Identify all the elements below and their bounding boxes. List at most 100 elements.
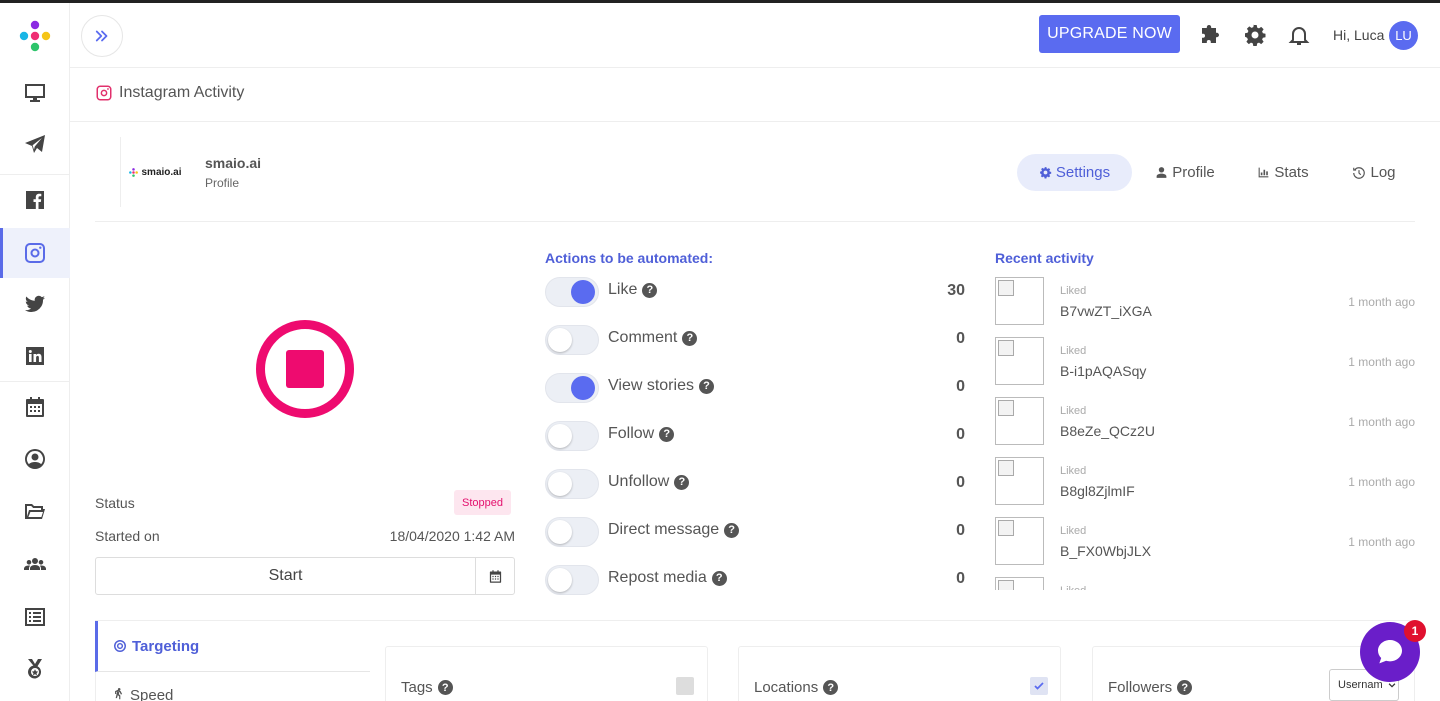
- sidebar-item-reports[interactable]: [0, 592, 70, 642]
- help-icon[interactable]: ?: [823, 680, 839, 695]
- help-icon[interactable]: ?: [659, 426, 675, 442]
- stop-button[interactable]: [256, 320, 354, 418]
- sidebar-item-instagram[interactable]: [0, 228, 70, 278]
- follow-toggle[interactable]: [545, 421, 599, 451]
- sidebar-item-dashboard[interactable]: [0, 68, 70, 118]
- activity-kind: Liked: [1060, 465, 1087, 477]
- sidebar-item-publish[interactable]: [0, 120, 70, 170]
- activity-time: 1 month ago: [1348, 475, 1415, 489]
- locations-checkbox[interactable]: [1030, 677, 1048, 695]
- help-icon[interactable]: ?: [682, 330, 698, 346]
- help-icon[interactable]: ?: [642, 282, 658, 298]
- sidebar-item-files[interactable]: [0, 486, 70, 536]
- action-label: Repost media: [608, 569, 707, 586]
- action-label: Comment: [608, 329, 678, 346]
- activity-kind: Liked: [1060, 405, 1087, 417]
- sidebar-item-linkedin[interactable]: [0, 331, 70, 381]
- help-icon[interactable]: ?: [711, 570, 727, 586]
- view-stories-toggle[interactable]: [545, 373, 599, 403]
- user-greeting[interactable]: Hi, Luca: [1333, 27, 1384, 43]
- expand-sidebar-button[interactable]: [81, 15, 123, 57]
- list-item[interactable]: Liked B8gl8ZjlmIF 1 month ago: [995, 457, 1415, 509]
- action-count: 0: [956, 570, 965, 587]
- avatar[interactable]: LU: [1389, 21, 1418, 50]
- action-row-comment: Comment? 0: [545, 325, 965, 355]
- followers-label: Followers: [1108, 679, 1173, 696]
- action-row-like: Like? 30: [545, 277, 965, 307]
- action-row-follow: Follow? 0: [545, 421, 965, 451]
- sidebar: [0, 3, 70, 701]
- help-icon[interactable]: ?: [724, 522, 740, 538]
- recent-activity-list[interactable]: Liked B7vwZT_iXGA 1 month ago Liked B-i1…: [995, 277, 1415, 590]
- tab-speed[interactable]: Speed: [95, 672, 370, 701]
- history-icon: [1353, 166, 1366, 179]
- unfollow-toggle[interactable]: [545, 469, 599, 499]
- tab-stats[interactable]: Stats: [1247, 154, 1319, 191]
- tab-profile[interactable]: Profile: [1145, 154, 1225, 191]
- puzzle-icon[interactable]: [1199, 23, 1223, 47]
- action-label: Direct message: [608, 521, 720, 538]
- check-icon: [1034, 682, 1044, 690]
- gear-icon[interactable]: [1243, 23, 1267, 47]
- list-item[interactable]: Liked B-i1pAQASqy 1 month ago: [995, 337, 1415, 389]
- post-code: B-i1pAQASqy: [1060, 363, 1147, 379]
- action-count: 0: [956, 426, 965, 443]
- tab-speed-label: Speed: [130, 687, 174, 701]
- sidebar-item-twitter[interactable]: [0, 279, 70, 329]
- help-icon[interactable]: ?: [1177, 680, 1193, 695]
- tags-checkbox[interactable]: [676, 677, 694, 695]
- action-label: Follow: [608, 425, 655, 442]
- facebook-icon: [26, 191, 44, 209]
- bell-icon[interactable]: [1287, 23, 1311, 47]
- sidebar-item-account[interactable]: [0, 434, 70, 484]
- gear-icon: [1039, 166, 1052, 179]
- action-row-view-stories: View stories? 0: [545, 373, 965, 403]
- tab-targeting[interactable]: Targeting: [95, 621, 370, 672]
- status-label: Status: [95, 495, 135, 511]
- sidebar-item-rewards[interactable]: [0, 644, 70, 694]
- action-label: View stories: [608, 377, 694, 394]
- list-item[interactable]: Liked B_FX0WbjJLX 1 month ago: [995, 517, 1415, 569]
- direct-message-toggle[interactable]: [545, 517, 599, 547]
- instagram-icon: [96, 85, 112, 101]
- list-item[interactable]: Liked B7vwZT_iXGA 1 month ago: [995, 277, 1415, 329]
- chat-unread-badge: 1: [1404, 620, 1426, 642]
- started-on-label: Started on: [95, 528, 160, 544]
- action-count: 0: [956, 474, 965, 491]
- list-item[interactable]: Liked B8eZe_QCz2U 1 month ago: [995, 397, 1415, 449]
- repost-media-toggle[interactable]: [545, 565, 599, 595]
- status-badge: Stopped: [454, 490, 511, 515]
- target-icon: [114, 640, 126, 652]
- action-count: 30: [947, 282, 965, 299]
- list-item[interactable]: Liked: [995, 577, 1415, 590]
- tab-settings[interactable]: Settings: [1017, 154, 1132, 191]
- tags-label: Tags: [401, 679, 433, 696]
- sidebar-item-calendar[interactable]: [0, 382, 70, 432]
- activity-kind: Liked: [1060, 285, 1087, 297]
- like-toggle[interactable]: [545, 277, 599, 307]
- stop-icon: [286, 350, 324, 388]
- tab-log[interactable]: Log: [1343, 154, 1405, 191]
- users-icon: [24, 558, 46, 570]
- bar-chart-icon: [1259, 167, 1269, 178]
- post-thumbnail: [995, 397, 1044, 445]
- schedule-button[interactable]: [475, 557, 515, 595]
- help-icon[interactable]: ?: [698, 378, 714, 394]
- upgrade-button[interactable]: UPGRADE NOW: [1039, 15, 1180, 53]
- tab-settings-label: Settings: [1055, 164, 1111, 181]
- sidebar-item-team[interactable]: [0, 538, 70, 588]
- help-icon[interactable]: ?: [437, 680, 453, 695]
- user-icon: [1156, 167, 1167, 178]
- action-count: 0: [956, 330, 965, 347]
- tab-stats-label: Stats: [1274, 164, 1309, 181]
- account-logo: smaio.ai: [129, 167, 182, 178]
- action-label: Like: [608, 281, 638, 298]
- chat-bubble-icon: [1378, 640, 1402, 664]
- sidebar-item-facebook[interactable]: [0, 175, 70, 225]
- tab-profile-label: Profile: [1172, 164, 1215, 181]
- comment-toggle[interactable]: [545, 325, 599, 355]
- help-icon[interactable]: ?: [674, 474, 690, 490]
- start-button[interactable]: Start: [95, 557, 476, 595]
- app-logo[interactable]: [17, 18, 53, 54]
- page-title-text: Instagram Activity: [119, 84, 245, 101]
